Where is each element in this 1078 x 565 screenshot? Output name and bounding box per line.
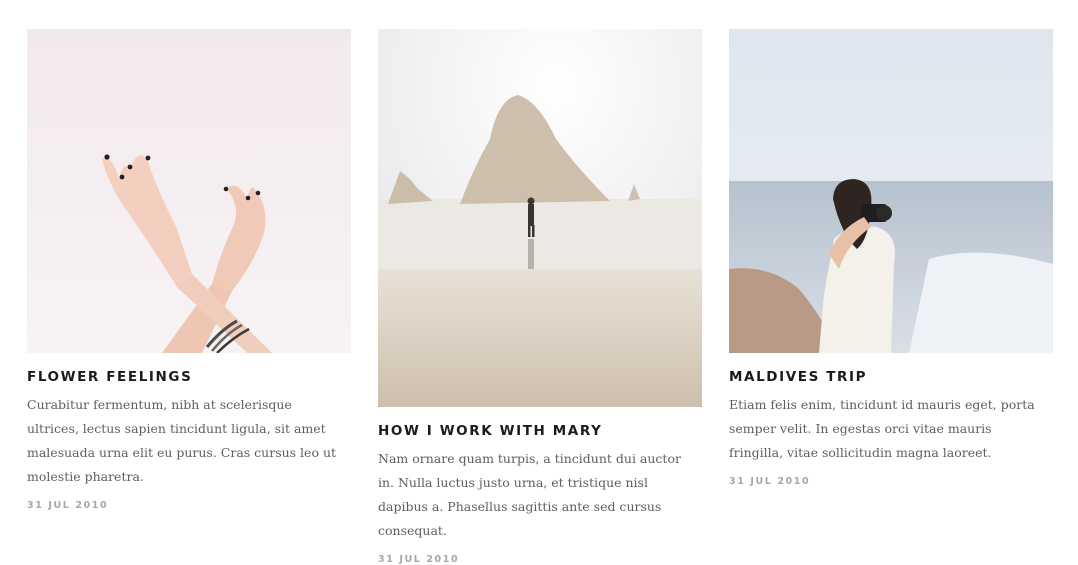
post-title[interactable]: Maldives Trip: [729, 369, 1053, 386]
post-title[interactable]: How I Work With Mary: [378, 423, 702, 440]
post-excerpt: Curabitur fermentum, nibh at scelerisque…: [27, 397, 337, 484]
beach-rock-person-photo: [378, 29, 702, 407]
post-date: 31 Jul 2010: [27, 500, 109, 511]
post-date: 31 Jul 2010: [729, 476, 811, 487]
post-card: How I Work With Mary Nam ornare quam tur…: [378, 29, 702, 565]
post-thumbnail-link[interactable]: [729, 29, 1053, 353]
crossed-hands-photo: [27, 29, 351, 353]
post-grid: Flower Feelings Curabitur fermentum, nib…: [27, 29, 1053, 565]
post-excerpt: Nam ornare quam turpis, a tincidunt dui …: [378, 451, 681, 538]
post-card: Maldives Trip Etiam felis enim, tincidun…: [729, 29, 1053, 487]
post-title[interactable]: Flower Feelings: [27, 369, 351, 386]
post-excerpt: Etiam felis enim, tincidunt id mauris eg…: [729, 397, 1035, 460]
post-thumbnail-link[interactable]: [27, 29, 351, 353]
woman-camera-beach-photo: [729, 29, 1053, 353]
post-thumbnail-link[interactable]: [378, 29, 702, 407]
post-card: Flower Feelings Curabitur fermentum, nib…: [27, 29, 351, 511]
